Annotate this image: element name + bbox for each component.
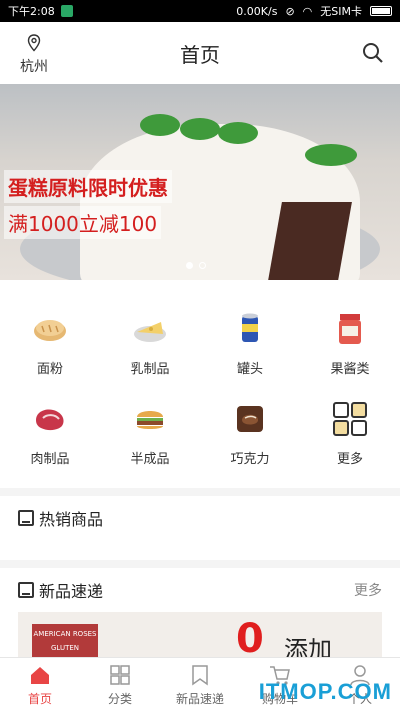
- location-pin-icon: [27, 34, 41, 52]
- new-products-header: 新品速递 更多: [18, 578, 382, 602]
- category-label: 更多: [336, 452, 363, 467]
- category-grid-icon: [110, 665, 130, 685]
- category-label: 乳制品: [130, 362, 170, 377]
- banner-leaf-decoration: [218, 122, 258, 144]
- more-link[interactable]: 更多: [354, 580, 382, 600]
- location-city: 杭州: [20, 59, 48, 75]
- category-label: 巧克力: [230, 452, 270, 467]
- banner-add-text: 添加: [284, 636, 332, 660]
- hot-products-header: 热销商品: [18, 506, 382, 530]
- category-label: 肉制品: [30, 452, 70, 467]
- pagination-dot[interactable]: [186, 262, 193, 269]
- battery-icon: [370, 6, 392, 16]
- tab-label: 新品速递: [175, 692, 224, 706]
- product-brand-text: AMERICAN ROSES: [33, 630, 97, 638]
- watermark-text: ITMOP.COM: [258, 679, 392, 704]
- product-box-image: AMERICAN ROSES GLUTEN: [32, 624, 98, 660]
- bookmark-icon: [18, 582, 34, 598]
- mute-icon: ⊘: [285, 4, 295, 18]
- category-grid: 面粉 乳制品 罐头 果酱类 肉制品 半成品 巧克力 更多: [0, 296, 400, 476]
- burger-icon: [137, 411, 163, 429]
- banner-promo-title: 蛋糕原料限时优惠: [4, 170, 172, 203]
- shield-icon: [60, 5, 73, 17]
- section-title: 热销商品: [39, 510, 104, 529]
- promo-banner[interactable]: 蛋糕原料限时优惠 满1000立减100: [0, 84, 400, 280]
- page-title: 首页: [180, 42, 220, 67]
- banner-cake-slice: [266, 202, 352, 280]
- category-label: 果酱类: [330, 362, 370, 377]
- category-item-jam[interactable]: 果酱类: [300, 296, 400, 386]
- status-time: 下午2:08: [8, 5, 55, 18]
- can-icon: [242, 313, 258, 342]
- category-item-canned[interactable]: 罐头: [200, 296, 300, 386]
- cheese-icon: [134, 322, 166, 342]
- section-divider: [0, 488, 400, 496]
- tab-new-products[interactable]: 新品速递: [160, 658, 240, 711]
- tab-label: 首页: [27, 692, 52, 706]
- meat-icon: [36, 409, 64, 431]
- banner-leaf-decoration: [305, 144, 357, 166]
- section-divider: [0, 560, 400, 568]
- jam-jar-icon: [339, 314, 361, 344]
- tab-label: 分类: [107, 692, 132, 706]
- banner-pagination: [186, 262, 206, 269]
- bookmark-icon: [18, 510, 34, 526]
- product-box-text: GLUTEN: [50, 644, 80, 652]
- banner-leaf-decoration: [180, 118, 220, 140]
- category-item-more[interactable]: 更多: [300, 386, 400, 476]
- section-title: 新品速递: [39, 582, 104, 601]
- category-item-meat[interactable]: 肉制品: [0, 386, 100, 476]
- pagination-dot[interactable]: [199, 262, 206, 269]
- bread-icon: [34, 320, 66, 341]
- new-products-banner[interactable]: AMERICAN ROSES GLUTEN 0 添加: [18, 612, 382, 660]
- bookmark-icon: [192, 665, 208, 686]
- home-icon: [31, 667, 49, 684]
- category-item-semi-finished[interactable]: 半成品: [100, 386, 200, 476]
- status-bar: 下午2:08 0.00K/s ⊘ ◠ 无SIM卡: [0, 0, 400, 22]
- grid-more-icon: [333, 402, 367, 436]
- app-header: 杭州 首页: [0, 22, 400, 84]
- tab-category[interactable]: 分类: [80, 658, 160, 711]
- tab-home[interactable]: 首页: [0, 658, 80, 711]
- status-net-speed: 0.00K/s: [236, 4, 278, 18]
- category-label: 罐头: [236, 362, 263, 377]
- category-item-flour[interactable]: 面粉: [0, 296, 100, 386]
- category-label: 半成品: [130, 452, 170, 467]
- search-icon[interactable]: [362, 42, 384, 64]
- banner-leaf-decoration: [140, 114, 180, 136]
- banner-zero-text: 0: [236, 616, 264, 660]
- banner-promo-subtitle: 满1000立减100: [4, 206, 162, 239]
- location-selector[interactable]: 杭州: [14, 34, 54, 76]
- category-item-dairy[interactable]: 乳制品: [100, 296, 200, 386]
- category-item-chocolate[interactable]: 巧克力: [200, 386, 300, 476]
- chocolate-icon: [237, 406, 263, 432]
- sim-status: 无SIM卡: [320, 5, 362, 18]
- wifi-icon: ◠: [302, 4, 313, 18]
- category-label: 面粉: [36, 362, 63, 377]
